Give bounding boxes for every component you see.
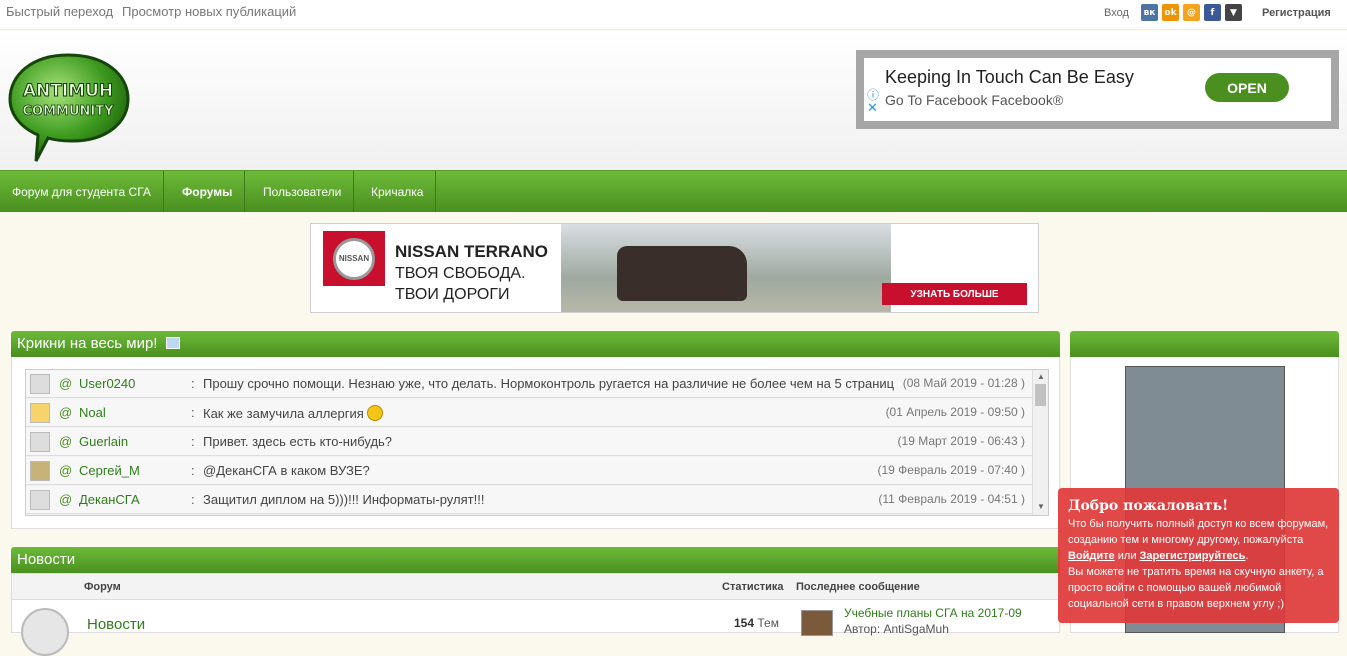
mention-icon[interactable]: @ bbox=[59, 405, 72, 420]
nav-item-users[interactable]: Пользователи bbox=[251, 171, 355, 212]
col-last-post: Последнее сообщение bbox=[796, 581, 920, 593]
forum-read-icon[interactable] bbox=[21, 608, 69, 656]
shout-date: (08 Май 2019 - 01:28 ) bbox=[898, 376, 1025, 390]
register-link[interactable]: Регистрация bbox=[1262, 7, 1331, 19]
shout-row: @ User0240 : Прошу срочно помощи. Незнаю… bbox=[26, 370, 1033, 398]
welcome-title: Добро пожаловать! bbox=[1068, 498, 1229, 514]
nav-item-shoutbox[interactable]: Кричалка bbox=[359, 171, 437, 212]
shout-date: (01 Апрель 2019 - 09:50 ) bbox=[881, 405, 1025, 419]
shout-message: Как же замучила аллергия bbox=[203, 405, 383, 421]
site-logo[interactable]: ANTIMUH COMMUNITY bbox=[6, 51, 131, 166]
logo-bubble-icon: ANTIMUH COMMUNITY bbox=[8, 53, 130, 162]
site-header: ANTIMUH COMMUNITY ⓘ ✕ Keeping In Touch C… bbox=[0, 31, 1347, 170]
facebook-ad: ⓘ ✕ Keeping In Touch Can Be Easy Go To F… bbox=[856, 50, 1339, 129]
shout-date: (11 Февраль 2019 - 04:51 ) bbox=[874, 492, 1025, 506]
register-link-popup[interactable]: Зарегистрируйтесь bbox=[1140, 550, 1246, 562]
scroll-down-icon[interactable]: ▼ bbox=[1037, 502, 1045, 511]
svg-text:COMMUNITY: COMMUNITY bbox=[22, 104, 114, 119]
shout-row: @ Guerlain : Привет. здесь есть кто-нибу… bbox=[26, 428, 1033, 456]
mention-icon[interactable]: @ bbox=[59, 492, 72, 507]
shout-row: @ ДеканСГА : Защитил диплом на 5)))!!! И… bbox=[26, 486, 1033, 514]
avatar[interactable] bbox=[30, 461, 50, 481]
nav-item-student-forum[interactable]: Форум для студента СГА bbox=[0, 171, 164, 212]
odnoklassniki-icon[interactable]: ok bbox=[1162, 4, 1179, 21]
nissan-logo-icon: NISSAN bbox=[323, 231, 385, 286]
news-section-title: Новости bbox=[17, 551, 76, 568]
facebook-ad-inner[interactable]: ⓘ ✕ Keeping In Touch Can Be Easy Go To F… bbox=[864, 58, 1331, 121]
last-post-author: Автор: AntiSgaMuh bbox=[844, 622, 949, 636]
vk-icon[interactable]: вк bbox=[1141, 4, 1158, 21]
banner-line-3: ТВОИ ДОРОГИ bbox=[395, 286, 510, 303]
news-section-header: Новости bbox=[11, 547, 1060, 573]
shout-date: (19 Февраль 2019 - 07:40 ) bbox=[873, 463, 1025, 477]
banner-headline: NISSAN TERRANO bbox=[395, 242, 549, 261]
forum-name-link[interactable]: Новости bbox=[87, 616, 145, 633]
shoutbox-title: Крикни на весь мир! bbox=[17, 335, 158, 352]
shout-username[interactable]: Noal bbox=[79, 405, 106, 420]
welcome-text: Что бы получить полный доступ ко всем фо… bbox=[1068, 518, 1329, 610]
avatar[interactable] bbox=[30, 432, 50, 452]
col-stats: Статистика bbox=[722, 581, 784, 593]
new-publications-link[interactable]: Просмотр новых публикаций bbox=[122, 4, 296, 19]
shout-username[interactable]: User0240 bbox=[79, 376, 135, 391]
banner-line-2: ТВОЯ СВОБОДА. bbox=[395, 265, 526, 282]
avatar[interactable] bbox=[801, 610, 833, 636]
shout-message: Прошу срочно помощи. Незнаю уже, что дел… bbox=[203, 376, 895, 391]
mention-icon[interactable]: @ bbox=[59, 434, 72, 449]
ad-title: Keeping In Touch Can Be Easy bbox=[885, 67, 1134, 87]
popup-window-icon[interactable] bbox=[165, 337, 180, 349]
last-post-title[interactable]: Учебные планы СГА на 2017-09 bbox=[844, 606, 1022, 620]
shout-message: Привет. здесь есть кто-нибудь? bbox=[203, 434, 393, 449]
mention-icon[interactable]: @ bbox=[59, 463, 72, 478]
sidebar-header bbox=[1070, 331, 1339, 357]
scroll-up-icon[interactable]: ▲ bbox=[1037, 372, 1045, 381]
shout-message: @ДеканСГА в каком ВУЗЕ? bbox=[203, 463, 370, 478]
quick-nav-link[interactable]: Быстрый переход bbox=[6, 4, 113, 19]
more-icon[interactable]: ▼ bbox=[1225, 4, 1242, 21]
shout-username[interactable]: ДеканСГА bbox=[79, 492, 140, 507]
login-link-popup[interactable]: Войдите bbox=[1068, 550, 1115, 562]
welcome-popup: Добро пожаловать! Что бы получить полный… bbox=[1058, 488, 1339, 623]
ad-close-icon[interactable]: ✕ bbox=[867, 100, 878, 116]
shout-message: Защитил диплом на 5)))!!! Информаты-руля… bbox=[203, 492, 485, 507]
banner-car-image bbox=[617, 246, 747, 301]
facebook-icon[interactable]: f bbox=[1204, 4, 1221, 21]
nissan-banner-ad[interactable]: NISSAN NISSAN TERRANO ТВОЯ СВОБОДА. ТВОИ… bbox=[310, 223, 1039, 313]
mention-icon[interactable]: @ bbox=[59, 376, 72, 391]
shout-username[interactable]: Сергей_М bbox=[79, 463, 140, 478]
shoutbox-scrollbar[interactable]: ▲ ▼ bbox=[1032, 370, 1048, 515]
avatar[interactable] bbox=[30, 374, 50, 394]
news-column-headers: Форум Статистика Последнее сообщение bbox=[12, 574, 1059, 600]
main-nav: Форум для студента СГА Форумы Пользовате… bbox=[0, 170, 1347, 212]
shout-username[interactable]: Guerlain bbox=[79, 434, 128, 449]
login-link[interactable]: Вход bbox=[1104, 7, 1129, 19]
avatar[interactable] bbox=[30, 490, 50, 510]
social-login-bar: вк ok @ f ▼ bbox=[1141, 4, 1242, 21]
news-forum-table: Форум Статистика Последнее сообщение Нов… bbox=[11, 573, 1060, 656]
nav-item-forums[interactable]: Форумы bbox=[170, 171, 246, 212]
shout-row: @ Noal : Как же замучила аллергия (01 Ап… bbox=[26, 399, 1033, 427]
shoutbox-list[interactable]: @ User0240 : Прошу срочно помощи. Незнаю… bbox=[25, 369, 1049, 516]
shoutbox-header: Крикни на весь мир! bbox=[11, 331, 1060, 357]
topics-count: 154 Тем bbox=[734, 616, 779, 630]
shoutbox: @ User0240 : Прошу срочно помощи. Незнаю… bbox=[11, 357, 1060, 529]
col-forum: Форум bbox=[84, 581, 121, 593]
avatar[interactable] bbox=[30, 403, 50, 423]
ad-open-button[interactable]: OPEN bbox=[1205, 73, 1289, 102]
confused-smiley-icon bbox=[366, 405, 383, 421]
shout-row: @ Сергей_М : @ДеканСГА в каком ВУЗЕ? (19… bbox=[26, 457, 1033, 485]
shout-date: (19 Март 2019 - 06:43 ) bbox=[893, 434, 1025, 448]
ad-subtitle: Go To Facebook Facebook® bbox=[885, 92, 1064, 108]
svg-text:ANTIMUH: ANTIMUH bbox=[23, 81, 113, 101]
mailru-icon[interactable]: @ bbox=[1183, 4, 1200, 21]
top-bar: Быстрый переход Просмотр новых публикаци… bbox=[0, 0, 1347, 30]
banner-learn-more-button[interactable]: УЗНАТЬ БОЛЬШЕ bbox=[882, 283, 1027, 305]
scrollbar-thumb[interactable] bbox=[1035, 384, 1046, 406]
